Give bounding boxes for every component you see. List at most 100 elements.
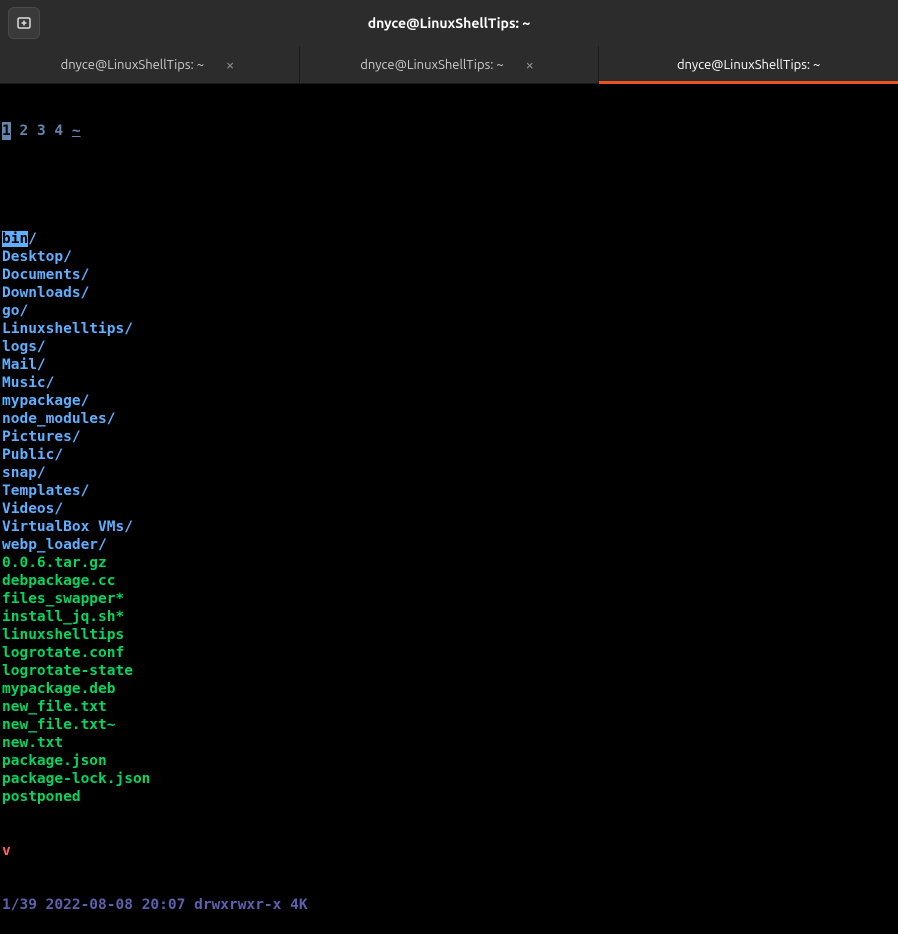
list-item[interactable]: logrotate.conf [2, 644, 896, 662]
list-item[interactable]: Templates/ [2, 482, 896, 500]
list-item[interactable]: bin/ [2, 230, 896, 248]
list-item[interactable]: files_swapper* [2, 590, 896, 608]
status-line: 1/39 2022-08-08 20:07 drwxrwxr-x 4K [2, 896, 896, 914]
new-tab-icon [16, 15, 32, 31]
tab-bar: dnyce@LinuxShellTips: ~×dnyce@LinuxShell… [0, 46, 898, 84]
item-suffix: / [19, 303, 28, 319]
list-item[interactable]: Videos/ [2, 500, 896, 518]
item-suffix: / [98, 537, 107, 553]
item-name: node_modules [2, 411, 107, 427]
list-item[interactable]: mypackage.deb [2, 680, 896, 698]
close-icon[interactable]: × [222, 56, 238, 73]
list-item[interactable]: package-lock.json [2, 770, 896, 788]
tab-label: dnyce@LinuxShellTips: ~ [360, 58, 503, 72]
item-suffix: / [37, 339, 46, 355]
item-name: install_jq.sh [2, 609, 116, 625]
list-item[interactable]: mypackage/ [2, 392, 896, 410]
terminal-content[interactable]: 1 2 3 4 ~ bin/Desktop/Documents/Download… [0, 84, 898, 934]
item-name: webp_loader [2, 537, 98, 553]
window-title: dnyce@LinuxShellTips: ~ [368, 15, 530, 31]
list-item[interactable]: logs/ [2, 338, 896, 356]
item-suffix: / [81, 393, 90, 409]
item-name: package-lock.json [2, 771, 150, 787]
list-item[interactable]: logrotate-state [2, 662, 896, 680]
item-name: Videos [2, 501, 54, 517]
list-item[interactable]: debpackage.cc [2, 572, 896, 590]
item-suffix: / [28, 231, 37, 247]
item-name: linuxshelltips [2, 627, 124, 643]
list-item[interactable]: VirtualBox VMs/ [2, 518, 896, 536]
list-item[interactable]: snap/ [2, 464, 896, 482]
list-item[interactable]: node_modules/ [2, 410, 896, 428]
list-item[interactable]: Desktop/ [2, 248, 896, 266]
item-suffix: / [124, 519, 133, 535]
list-item[interactable]: linuxshelltips [2, 626, 896, 644]
window-titlebar: dnyce@LinuxShellTips: ~ [0, 0, 898, 46]
status-date: 2022-08-08 [46, 897, 133, 913]
list-item[interactable]: Linuxshelltips/ [2, 320, 896, 338]
list-item[interactable]: new_file.txt [2, 698, 896, 716]
list-item[interactable]: Downloads/ [2, 284, 896, 302]
blank-line [2, 176, 896, 194]
tab-label: dnyce@LinuxShellTips: ~ [61, 58, 204, 72]
list-item[interactable]: new.txt [2, 734, 896, 752]
tab-2[interactable]: dnyce@LinuxShellTips: ~ [599, 46, 898, 83]
tab-1[interactable]: dnyce@LinuxShellTips: ~ × [300, 46, 600, 83]
list-item[interactable]: postponed [2, 788, 896, 806]
item-name: postponed [2, 789, 81, 805]
item-name: mypackage.deb [2, 681, 116, 697]
status-position: 1/39 [2, 897, 37, 913]
mode-indicator: v [2, 842, 896, 860]
nav-item-2[interactable]: 2 [19, 122, 28, 140]
close-icon[interactable]: × [522, 56, 538, 73]
item-name: package.json [2, 753, 107, 769]
item-suffix: / [81, 267, 90, 283]
item-name: bin [2, 231, 28, 247]
list-item[interactable]: Music/ [2, 374, 896, 392]
item-suffix: / [54, 501, 63, 517]
item-name: Templates [2, 483, 81, 499]
item-suffix: / [81, 483, 90, 499]
list-item[interactable]: package.json [2, 752, 896, 770]
list-item[interactable]: Mail/ [2, 356, 896, 374]
list-item[interactable]: Documents/ [2, 266, 896, 284]
item-suffix: / [37, 465, 46, 481]
item-name: new.txt [2, 735, 63, 751]
nav-row: 1 2 3 4 ~ [2, 122, 896, 140]
item-suffix: / [72, 429, 81, 445]
item-name: logs [2, 339, 37, 355]
item-suffix: * [116, 591, 125, 607]
list-item[interactable]: 0.0.6.tar.gz [2, 554, 896, 572]
item-suffix: * [116, 609, 125, 625]
list-item[interactable]: Pictures/ [2, 428, 896, 446]
nav-item-3[interactable]: 3 [37, 122, 46, 140]
list-item[interactable]: install_jq.sh* [2, 608, 896, 626]
item-name: Mail [2, 357, 37, 373]
item-name: Music [2, 375, 46, 391]
list-item[interactable]: webp_loader/ [2, 536, 896, 554]
item-name: Linuxshelltips [2, 321, 124, 337]
nav-item-4[interactable]: 4 [54, 122, 63, 140]
item-name: snap [2, 465, 37, 481]
item-suffix: / [124, 321, 133, 337]
item-name: new_file.txt~ [2, 717, 116, 733]
item-suffix: / [63, 249, 72, 265]
new-tab-button[interactable] [8, 7, 40, 39]
item-name: Documents [2, 267, 81, 283]
item-name: Downloads [2, 285, 81, 301]
list-item[interactable]: Public/ [2, 446, 896, 464]
item-suffix: / [37, 357, 46, 373]
nav-item-1[interactable]: 1 [2, 122, 11, 140]
item-name: new_file.txt [2, 699, 107, 715]
list-item[interactable]: go/ [2, 302, 896, 320]
status-perms: drwxrwxr-x [194, 897, 281, 913]
item-name: 0.0.6.tar.gz [2, 555, 107, 571]
item-name: logrotate.conf [2, 645, 124, 661]
item-name: go [2, 303, 19, 319]
item-name: Public [2, 447, 54, 463]
tab-0[interactable]: dnyce@LinuxShellTips: ~ × [0, 46, 300, 83]
item-name: Desktop [2, 249, 63, 265]
item-name: mypackage [2, 393, 81, 409]
list-item[interactable]: new_file.txt~ [2, 716, 896, 734]
status-size: 4K [290, 897, 307, 913]
